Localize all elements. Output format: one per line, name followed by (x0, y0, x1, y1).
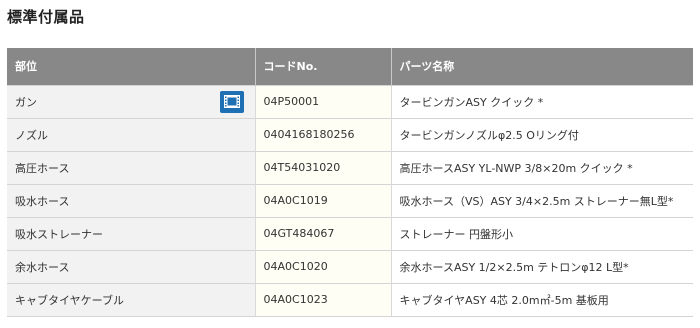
header-part: 部位 (7, 48, 256, 85)
cell-code: 04P50001 (255, 84, 392, 118)
table-row: 高圧ホース 04T54031020 高圧ホースASY YL-NWP 3/8×20… (7, 150, 693, 184)
cell-code: 04A0C1020 (255, 249, 392, 283)
table-row: ガン 04P50001 タービンガンASY クイック * (7, 84, 693, 118)
section-title: 標準付属品 (7, 8, 85, 26)
cell-code: 04A0C1019 (255, 183, 392, 217)
cell-part: ガン (7, 84, 256, 118)
page: 標準付属品 部位 コードNo. パーツ名称 ガン 04P50001 タービンガン… (0, 0, 700, 328)
cell-part: キャブタイヤケーブル (7, 282, 256, 317)
cell-part: 余水ホース (7, 249, 256, 283)
table-row: 余水ホース 04A0C1020 余水ホースASY 1/2×2.5m テトロンφ1… (7, 249, 693, 283)
cell-part: 高圧ホース (7, 150, 256, 184)
header-code: コードNo. (255, 48, 392, 85)
cell-part-name: タービンガンノズルφ2.5 Oリング付 (391, 117, 693, 151)
cell-part-name: キャブタイヤASY 4芯 2.0m㎡-5m 基板用 (391, 282, 693, 317)
part-label: ガン (15, 95, 37, 109)
cell-part-name: 余水ホースASY 1/2×2.5m テトロンφ12 L型* (391, 249, 693, 283)
cell-part-name: 高圧ホースASY YL-NWP 3/8×20m クイック * (391, 150, 693, 184)
cell-part-name: 吸水ホース（VS）ASY 3/4×2.5m ストレーナー無L型* (391, 183, 693, 217)
cell-code: 04T54031020 (255, 150, 392, 184)
cell-code: 0404168180256 (255, 117, 392, 151)
cell-part: 吸水ストレーナー (7, 216, 256, 250)
cell-code: 04A0C1023 (255, 282, 392, 317)
cell-part: 吸水ホース (7, 183, 256, 217)
table-row: キャブタイヤケーブル 04A0C1023 キャブタイヤASY 4芯 2.0m㎡-… (7, 282, 693, 317)
table-header-row: 部位 コードNo. パーツ名称 (7, 48, 693, 85)
cell-code: 04GT484067 (255, 216, 392, 250)
table-row: 吸水ホース 04A0C1019 吸水ホース（VS）ASY 3/4×2.5m スト… (7, 183, 693, 217)
cell-part-name: タービンガンASY クイック * (391, 84, 693, 118)
cell-part-name: ストレーナー 円盤形小 (391, 216, 693, 250)
table-row: 吸水ストレーナー 04GT484067 ストレーナー 円盤形小 (7, 216, 693, 250)
cell-part: ノズル (7, 117, 256, 151)
table-row: ノズル 0404168180256 タービンガンノズルφ2.5 Oリング付 (7, 117, 693, 151)
video-button[interactable] (219, 90, 244, 113)
film-icon (223, 95, 240, 108)
header-part-name: パーツ名称 (391, 48, 693, 85)
accessories-table: 部位 コードNo. パーツ名称 ガン 04P50001 タービンガンASY クイ… (7, 48, 693, 317)
